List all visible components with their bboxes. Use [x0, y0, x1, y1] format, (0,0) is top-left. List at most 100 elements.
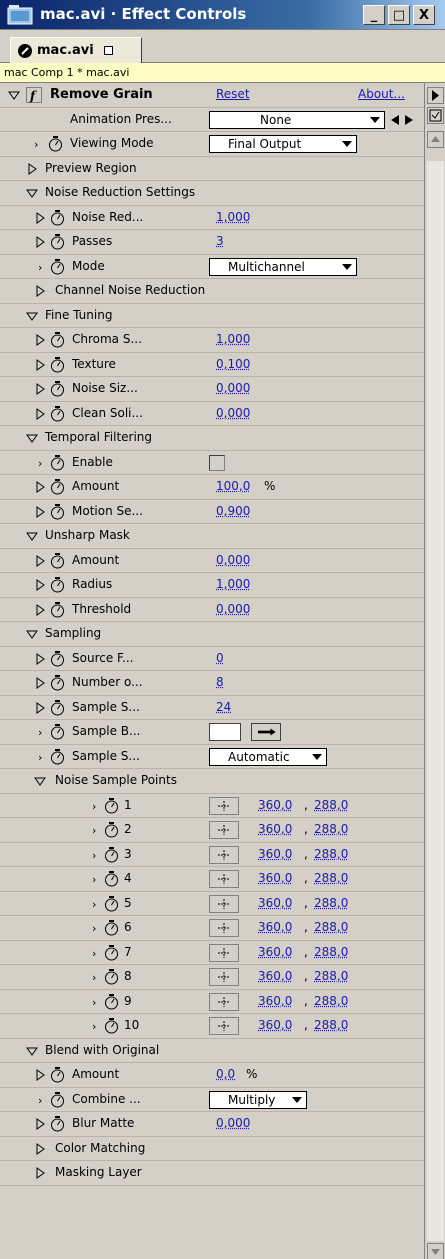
scroll-down-button[interactable] — [427, 1243, 444, 1259]
stopwatch-icon[interactable] — [48, 136, 63, 152]
collapse-triangle-icon[interactable] — [34, 775, 46, 787]
sample-point-x[interactable]: 360,0 — [258, 871, 292, 885]
sample-point-y[interactable]: 288,0 — [314, 969, 348, 983]
fine-tuning-row[interactable]: Fine Tuning — [0, 304, 424, 328]
crosshair-button[interactable] — [209, 919, 239, 937]
expand-triangle-icon[interactable] — [34, 677, 46, 689]
minimize-button[interactable]: _ — [363, 5, 385, 25]
reset-link[interactable]: Reset — [216, 87, 250, 101]
collapse-triangle-icon[interactable] — [8, 89, 20, 101]
stopwatch-icon[interactable] — [104, 895, 119, 912]
effect-header-row[interactable]: f Remove Grain Reset About... — [0, 83, 424, 108]
eyedropper-icon[interactable] — [251, 723, 281, 741]
crosshair-button[interactable] — [209, 870, 239, 888]
stopwatch-icon[interactable] — [104, 822, 119, 838]
tf-amount-value[interactable]: 100,0 — [216, 479, 250, 493]
maximize-button[interactable]: □ — [388, 5, 410, 25]
crosshair-button[interactable] — [209, 1017, 239, 1035]
stopwatch-icon[interactable] — [50, 454, 65, 471]
sample-point-y[interactable]: 288,0 — [314, 871, 348, 885]
about-link[interactable]: About... — [358, 87, 405, 101]
source-frame-value[interactable]: 0 — [216, 651, 224, 665]
sample-point-y[interactable]: 288,0 — [314, 822, 348, 836]
sample-point-x[interactable]: 360,0 — [258, 969, 292, 983]
number-of-value[interactable]: 8 — [216, 675, 224, 689]
sample-point-y[interactable]: 288,0 — [314, 896, 348, 910]
combine-dropdown[interactable]: Multiply — [209, 1090, 307, 1109]
stopwatch-icon[interactable] — [50, 332, 65, 348]
expand-triangle-icon[interactable] — [34, 554, 46, 567]
fx-toggle-icon[interactable]: f — [26, 87, 42, 103]
expand-triangle-icon[interactable] — [34, 701, 46, 714]
sample-point-x[interactable]: 360,0 — [258, 896, 292, 910]
crosshair-button[interactable] — [209, 821, 239, 839]
close-button[interactable]: X — [413, 5, 435, 25]
expand-triangle-icon[interactable] — [34, 1167, 46, 1179]
sample-point-y[interactable]: 288,0 — [314, 920, 348, 934]
expand-triangle-icon[interactable] — [34, 1118, 46, 1130]
um-threshold-value[interactable]: 0,000 — [216, 602, 250, 616]
crosshair-button[interactable] — [209, 796, 239, 815]
expand-triangle-icon[interactable] — [34, 236, 46, 248]
crosshair-button[interactable] — [209, 943, 239, 962]
color-matching-row[interactable]: Color Matching — [0, 1137, 424, 1161]
collapse-triangle-icon[interactable] — [26, 1045, 38, 1057]
stopwatch-icon[interactable] — [104, 993, 119, 1010]
unsharp-mask-row[interactable]: Unsharp Mask — [0, 524, 424, 549]
stopwatch-icon[interactable] — [50, 234, 65, 250]
crosshair-button[interactable] — [209, 845, 239, 864]
channel-noise-reduction-row[interactable]: Channel Noise Reduction — [0, 279, 424, 304]
um-radius-value[interactable]: 1,000 — [216, 577, 250, 591]
sample-point-x[interactable]: 360,0 — [258, 798, 292, 812]
stopwatch-icon[interactable] — [104, 920, 119, 936]
temporal-filtering-row[interactable]: Temporal Filtering — [0, 426, 424, 451]
stopwatch-icon[interactable] — [50, 748, 65, 765]
crosshair-button[interactable] — [209, 968, 239, 986]
collapse-triangle-icon[interactable] — [26, 530, 38, 542]
stopwatch-icon[interactable] — [104, 944, 119, 961]
blur-matte-value[interactable]: 0,000 — [216, 1116, 250, 1130]
stopwatch-icon[interactable] — [50, 601, 65, 618]
stopwatch-icon[interactable] — [104, 871, 119, 887]
collapse-triangle-icon[interactable] — [26, 187, 38, 199]
expand-triangle-icon[interactable] — [34, 407, 46, 420]
tab-close-icon[interactable] — [103, 46, 113, 55]
passes-value[interactable]: 3 — [216, 234, 224, 248]
sample-point-x[interactable]: 360,0 — [258, 994, 292, 1008]
expand-triangle-icon[interactable] — [34, 1069, 46, 1081]
next-preset-icon[interactable] — [403, 114, 415, 126]
expand-triangle-icon[interactable] — [34, 334, 46, 346]
expand-triangle-icon[interactable] — [34, 285, 46, 297]
um-amount-value[interactable]: 0,000 — [216, 553, 250, 567]
bo-amount-value[interactable]: 0,0 — [216, 1067, 235, 1081]
tab-mac-avi[interactable]: mac.avi — [10, 37, 142, 63]
noise-size-value[interactable]: 0,000 — [216, 381, 250, 395]
stopwatch-icon[interactable] — [50, 699, 65, 716]
expand-triangle-icon[interactable] — [34, 1142, 46, 1155]
expand-triangle-icon[interactable] — [34, 358, 46, 371]
expand-triangle-icon[interactable] — [34, 505, 46, 518]
panel-options-button[interactable] — [427, 107, 444, 124]
stopwatch-icon[interactable] — [104, 1018, 119, 1034]
mode-dropdown[interactable]: Multichannel — [209, 257, 357, 276]
stopwatch-icon[interactable] — [50, 552, 65, 569]
stopwatch-icon[interactable] — [50, 1116, 65, 1132]
stopwatch-icon[interactable] — [50, 356, 65, 373]
scroll-track[interactable] — [427, 161, 444, 1241]
noise-sample-points-row[interactable]: Noise Sample Points — [0, 769, 424, 794]
stopwatch-icon[interactable] — [104, 969, 119, 985]
collapse-triangle-icon[interactable] — [26, 432, 38, 444]
sample-point-y[interactable]: 288,0 — [314, 798, 348, 812]
stopwatch-icon[interactable] — [50, 650, 65, 667]
stopwatch-icon[interactable] — [50, 258, 65, 275]
stopwatch-icon[interactable] — [50, 675, 65, 691]
collapse-triangle-icon[interactable] — [26, 310, 38, 322]
noise-reduction-value[interactable]: 1,000 — [216, 210, 250, 224]
motion-sensitivity-value[interactable]: 0,900 — [216, 504, 250, 518]
expand-triangle-icon[interactable] — [34, 211, 46, 224]
stopwatch-icon[interactable] — [50, 724, 65, 740]
color-swatch[interactable] — [209, 723, 241, 741]
stopwatch-icon[interactable] — [50, 479, 65, 495]
stopwatch-icon[interactable] — [50, 381, 65, 397]
enable-checkbox[interactable] — [209, 454, 225, 471]
